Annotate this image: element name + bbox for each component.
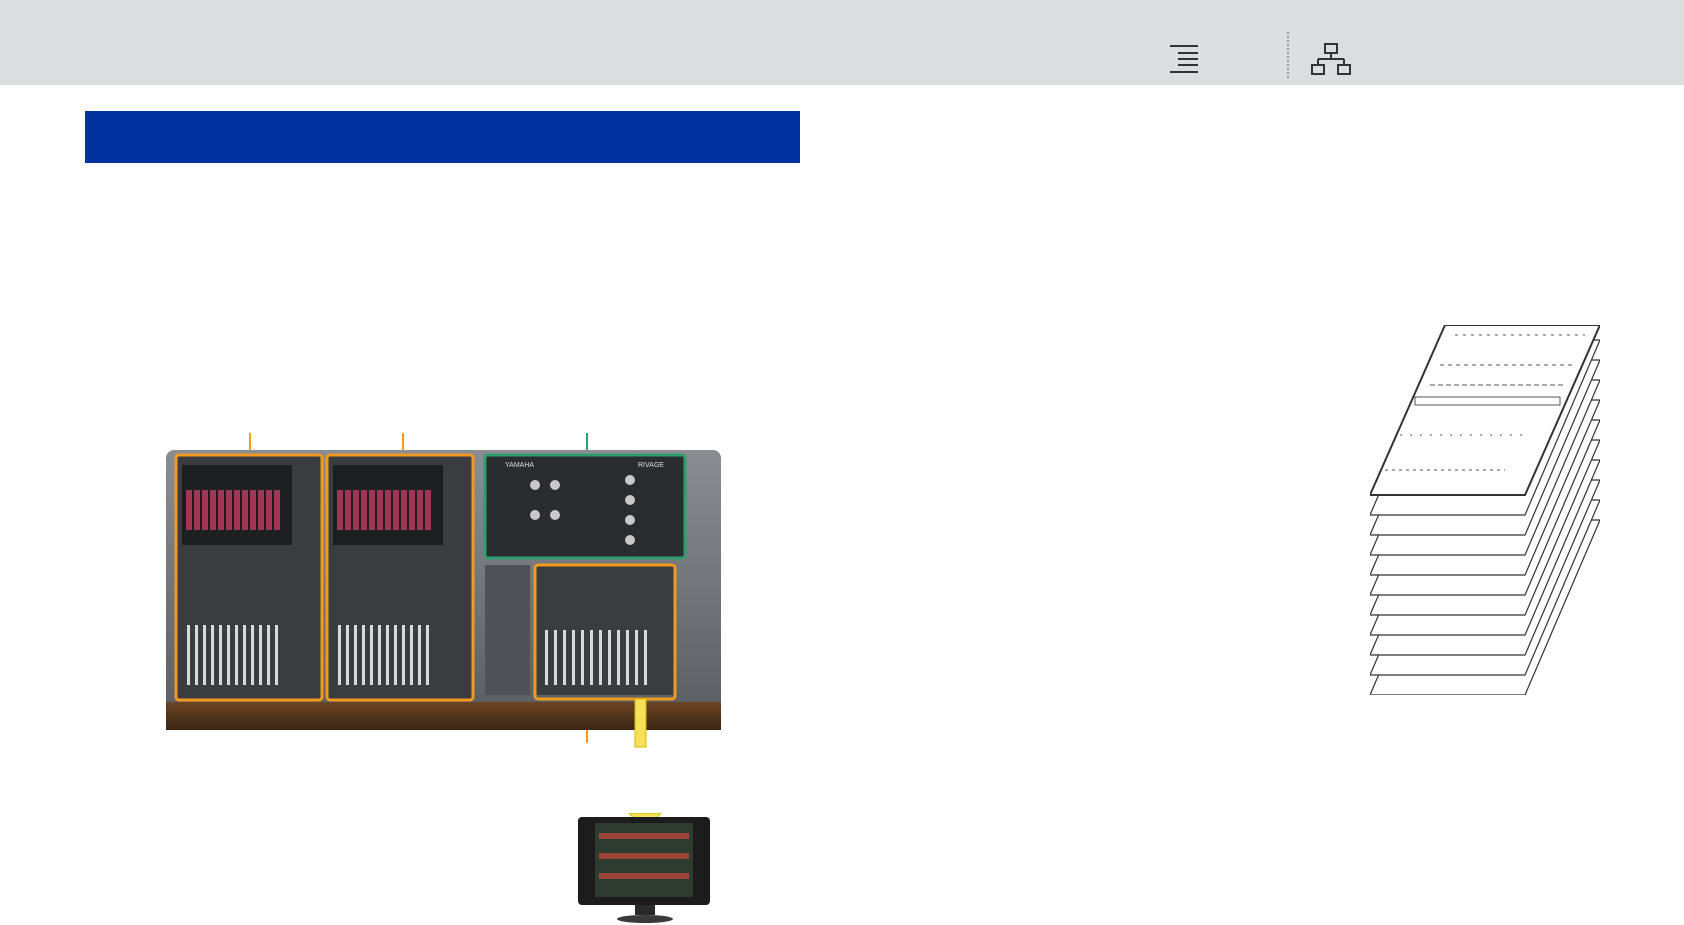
toolbar-divider: [1287, 32, 1289, 78]
external-monitor-illustration: [578, 813, 710, 923]
console-model-label: RIVAGE: [638, 462, 664, 469]
mixing-console-illustration: YAMAHA RIVAGE: [166, 433, 721, 748]
console-brand-label: YAMAHA: [505, 462, 534, 469]
toc-list-icon[interactable]: [1164, 42, 1204, 76]
top-toolbar: [0, 0, 1684, 85]
network-tree-icon[interactable]: [1310, 42, 1352, 76]
fader-layer-stack-diagram: [1370, 325, 1600, 695]
section-title-bar: [85, 111, 800, 163]
